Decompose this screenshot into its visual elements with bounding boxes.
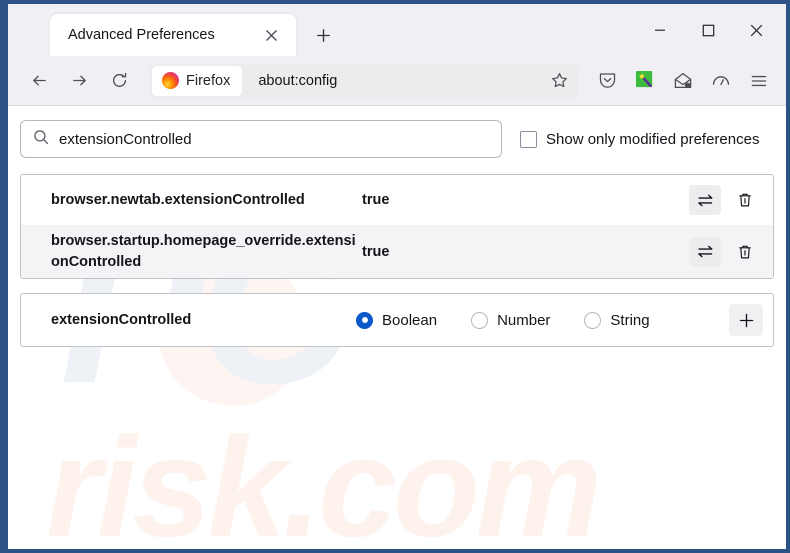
firefox-logo-icon [162, 72, 179, 89]
search-row: extensionControlled Show only modified p… [20, 120, 774, 158]
page-content: PC risk.com extensionControlled [8, 106, 786, 549]
url-text[interactable]: about:config [244, 73, 544, 89]
minimize-button[interactable] [636, 10, 684, 50]
maximize-button[interactable] [684, 10, 732, 50]
show-modified-checkbox[interactable] [520, 130, 537, 148]
radio-option-boolean[interactable]: Boolean [356, 311, 438, 329]
show-modified-checkbox-group[interactable]: Show only modified preferences [520, 130, 760, 148]
new-tab-button[interactable] [306, 18, 340, 52]
pocket-icon[interactable] [590, 64, 624, 98]
radio-option-number[interactable]: Number [471, 311, 551, 329]
search-input[interactable]: extensionControlled [20, 120, 502, 158]
radio-number[interactable] [471, 311, 489, 329]
pref-name: browser.newtab.extensionControlled [51, 191, 305, 208]
reload-button[interactable] [102, 64, 136, 98]
sync-icon[interactable] [704, 64, 738, 98]
back-button[interactable] [22, 64, 56, 98]
pref-value: true [362, 192, 390, 208]
firefox-brand-chip: Firefox [152, 65, 243, 96]
search-value[interactable]: extensionControlled [59, 131, 489, 148]
magic-wand-extension-icon[interactable] [628, 64, 662, 98]
pref-value: true [362, 243, 390, 260]
tab-advanced-preferences[interactable]: Advanced Preferences [50, 14, 296, 56]
pref-name: browser.startup.homepage_override.extens… [51, 233, 356, 270]
table-row[interactable]: browser.startup.homepage_override.extens… [21, 225, 773, 279]
tab-strip: Advanced Preferences [8, 4, 786, 56]
tab-close-icon[interactable] [258, 22, 284, 48]
radio-label-number: Number [497, 311, 551, 329]
tab-title: Advanced Preferences [68, 27, 215, 43]
radio-label-string: String [610, 311, 650, 329]
toggle-icon[interactable] [689, 236, 721, 267]
toolbar-icon-group [590, 64, 776, 98]
close-button[interactable] [732, 10, 780, 50]
browser-window-inner: Advanced Preferences Firefox about:confi… [8, 4, 786, 549]
tab-list: Advanced Preferences [8, 14, 340, 56]
add-preference-table: extensionControlled Boolean Number Strin… [20, 293, 774, 348]
add-preference-row: extensionControlled Boolean Number Strin… [21, 294, 773, 346]
type-radio-group: Boolean Number String [356, 311, 729, 329]
mail-icon[interactable] [666, 64, 700, 98]
toggle-icon[interactable] [689, 185, 721, 215]
radio-string[interactable] [584, 311, 602, 329]
table-row[interactable]: browser.newtab.extensionControlled true [21, 175, 773, 225]
trash-icon[interactable] [729, 185, 761, 215]
browser-window: Advanced Preferences Firefox about:confi… [0, 0, 790, 553]
add-preference-button[interactable] [729, 304, 763, 337]
radio-label-boolean: Boolean [382, 311, 438, 329]
navigation-toolbar: Firefox about:config [8, 56, 786, 106]
about-config-page: extensionControlled Show only modified p… [8, 106, 786, 348]
radio-boolean[interactable] [356, 311, 373, 329]
window-controls [636, 4, 786, 56]
new-pref-name: extensionControlled [51, 312, 192, 329]
pref-actions [689, 185, 767, 215]
pref-actions [689, 236, 767, 267]
radio-option-string[interactable]: String [584, 311, 650, 329]
brand-label: Firefox [186, 72, 231, 89]
watermark-bottom-text: risk.com [46, 408, 602, 549]
trash-icon[interactable] [729, 237, 761, 267]
hamburger-menu-icon[interactable] [742, 64, 776, 98]
search-icon [33, 129, 49, 150]
preferences-table: browser.newtab.extensionControlled true [20, 174, 774, 280]
star-icon[interactable] [544, 66, 574, 96]
url-bar[interactable]: Firefox about:config [150, 63, 578, 98]
show-modified-label: Show only modified preferences [546, 130, 760, 148]
forward-button[interactable] [62, 64, 96, 98]
